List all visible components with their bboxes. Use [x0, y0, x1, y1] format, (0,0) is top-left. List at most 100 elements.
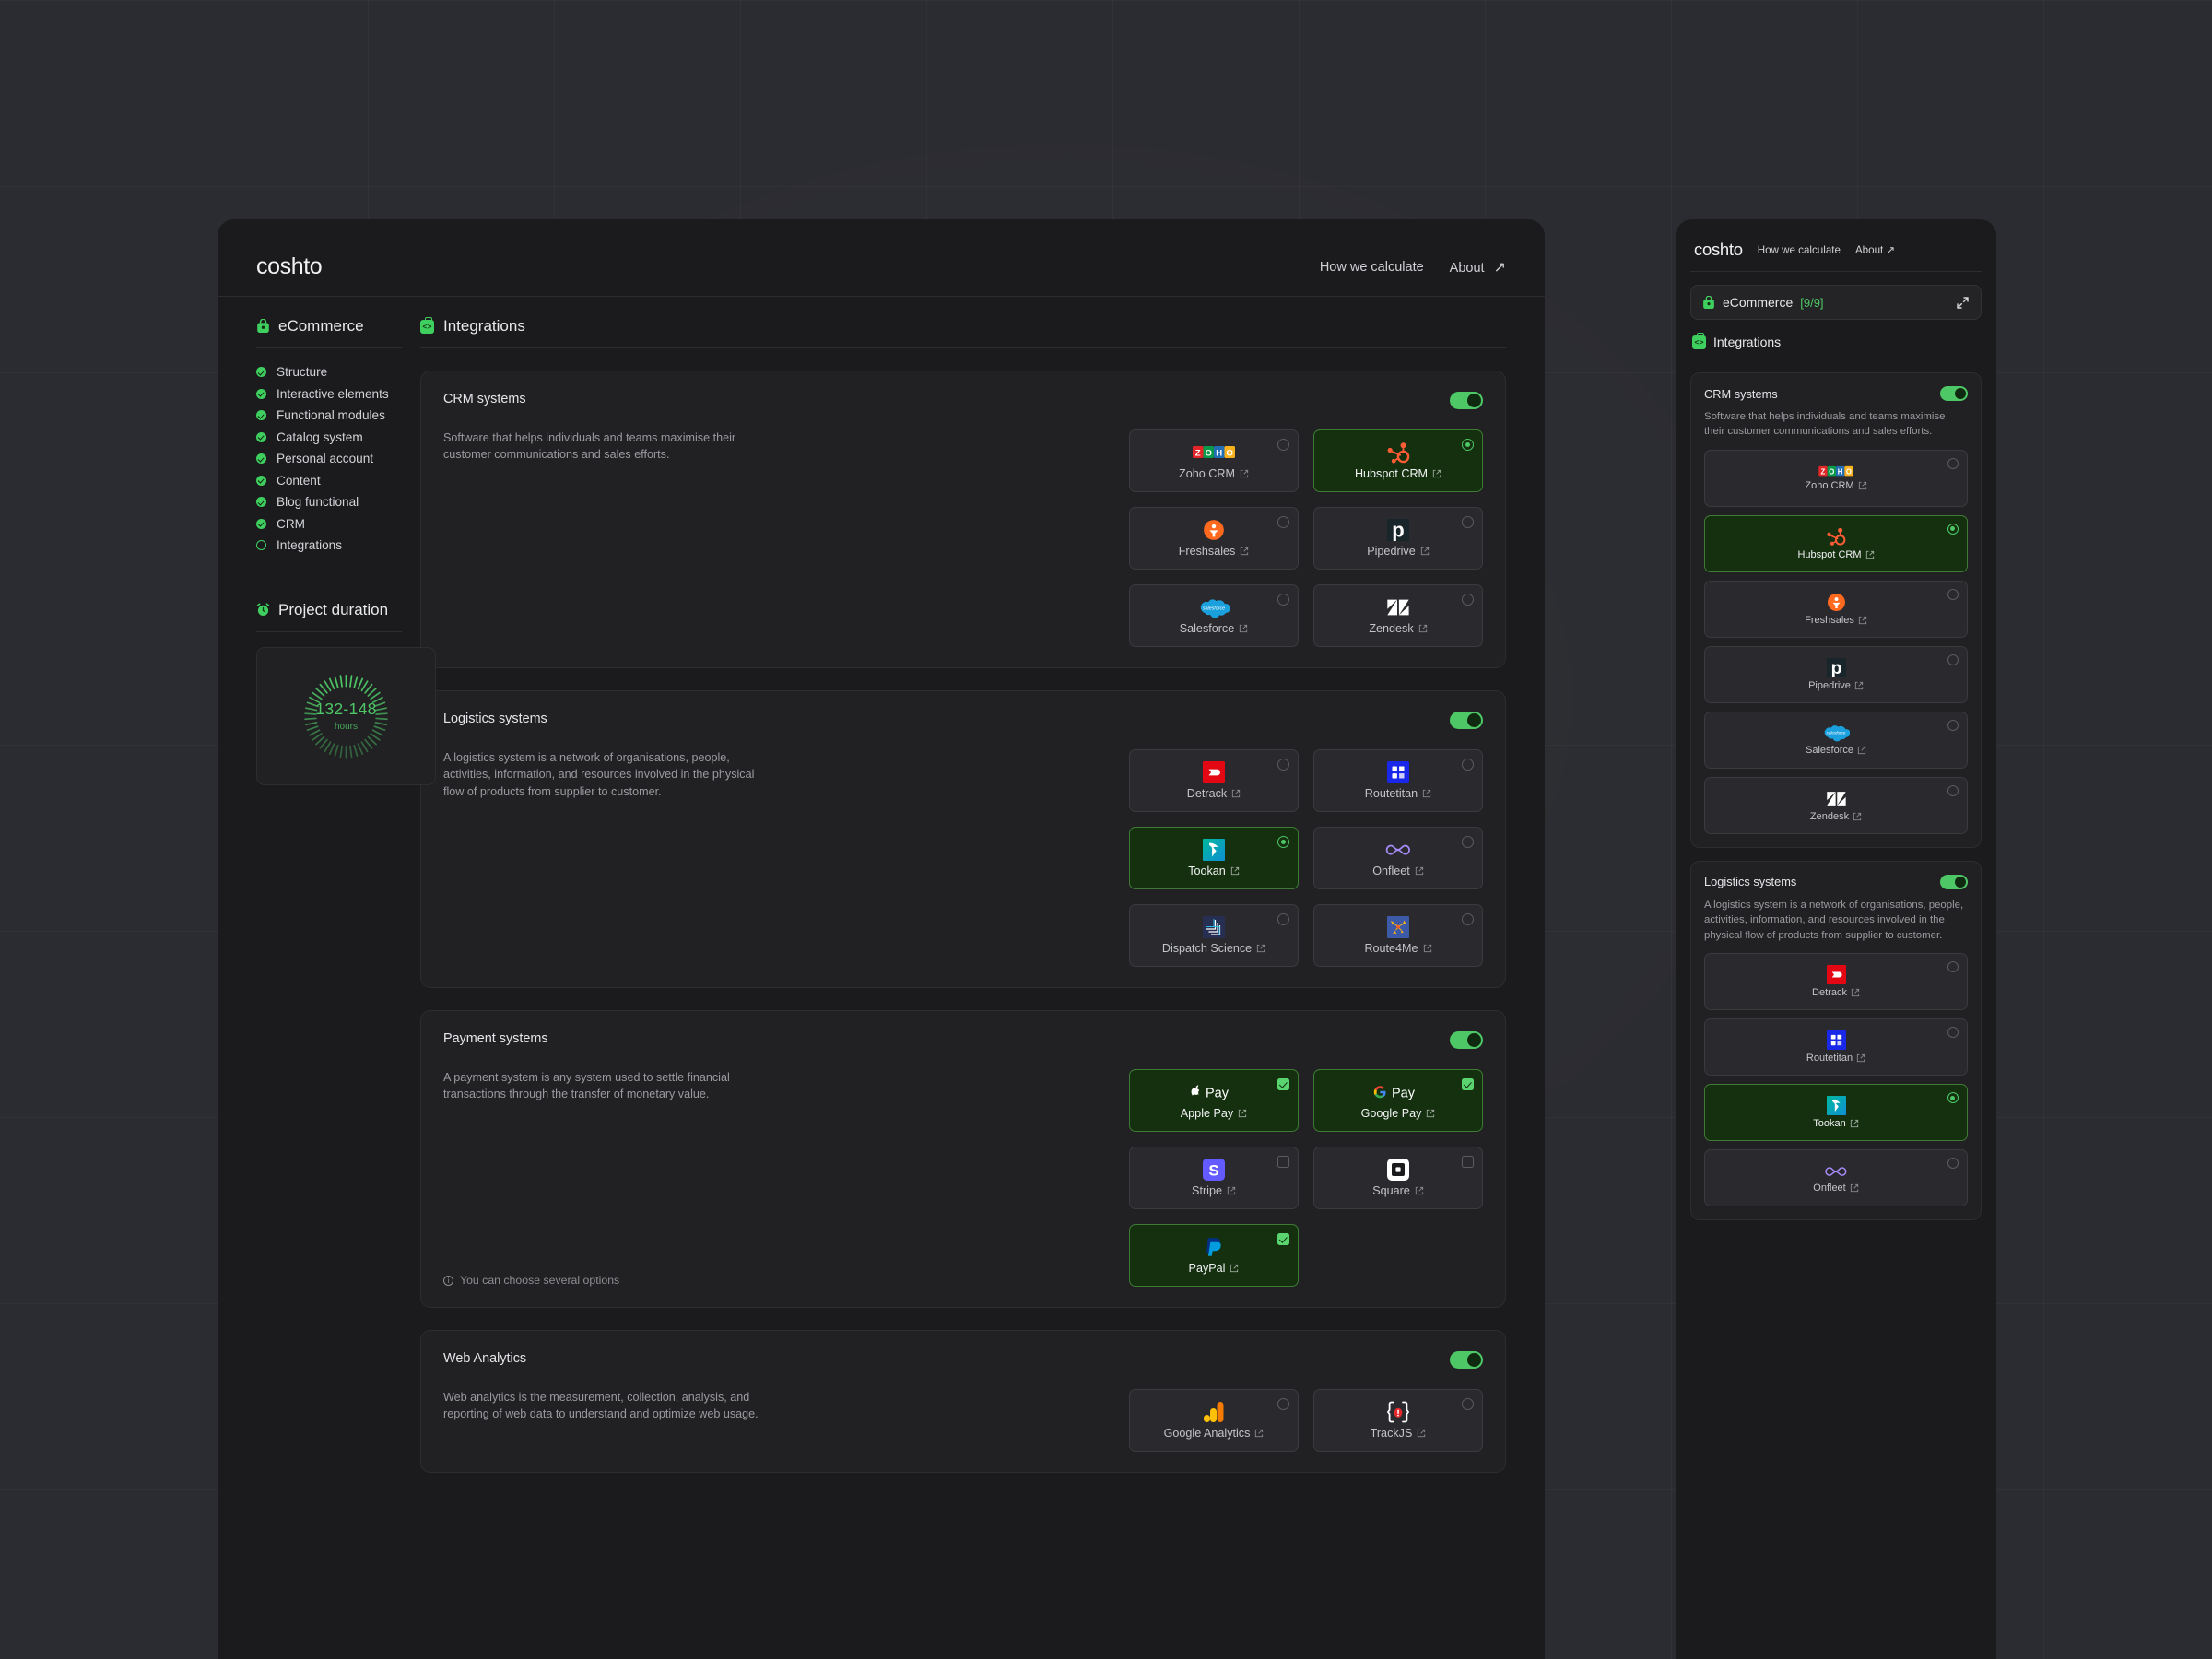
sidebar-item-crm[interactable]: CRM: [256, 513, 402, 535]
arrow-up-right-icon: ↗: [1493, 259, 1506, 276]
option-tile-hubspot-crm[interactable]: Hubspot CRM: [1313, 429, 1483, 492]
option-tile-google-pay[interactable]: Pay Google Pay: [1313, 1069, 1483, 1132]
sidebar-item-personal-account[interactable]: Personal account: [256, 448, 402, 470]
radio-selected-icon[interactable]: [1947, 523, 1959, 535]
option-tile-routetitan[interactable]: Routetitan: [1313, 749, 1483, 812]
section-toggle[interactable]: [1450, 712, 1483, 729]
section-web-analytics: Web Analytics Web analytics is the measu…: [420, 1330, 1506, 1473]
option-tile-apple-pay[interactable]: Pay Apple Pay: [1129, 1069, 1299, 1132]
checkbox-checked-icon[interactable]: [1277, 1233, 1289, 1245]
radio-selected-icon[interactable]: [1462, 439, 1474, 451]
radio-icon[interactable]: [1277, 594, 1289, 606]
option-tile-zoho-crm[interactable]: Z O H O Zoho CRM: [1129, 429, 1299, 492]
radio-icon[interactable]: [1462, 594, 1474, 606]
bag-icon: [256, 319, 270, 334]
mobile-card-toggle[interactable]: [1940, 386, 1968, 401]
radio-icon[interactable]: [1277, 439, 1289, 451]
option-tile-tookan[interactable]: Tookan: [1129, 827, 1299, 889]
section-description: Web analytics is the measurement, collec…: [443, 1391, 759, 1421]
radio-icon[interactable]: [1947, 784, 1959, 796]
nav-about[interactable]: About ↗: [1450, 258, 1506, 276]
option-tile-pipedrive[interactable]: p Pipedrive: [1313, 507, 1483, 570]
mobile-option-zoho-crm[interactable]: Z O H O Zoho CRM: [1704, 449, 1968, 507]
mobile-card-toggle[interactable]: [1940, 874, 1968, 889]
mobile-option-routetitan[interactable]: Routetitan: [1704, 1018, 1968, 1077]
section-toggle[interactable]: [1450, 1031, 1483, 1049]
checkbox-icon[interactable]: [1277, 1156, 1289, 1168]
radio-icon[interactable]: [1462, 759, 1474, 771]
mobile-nav-how-we-calculate[interactable]: How we calculate: [1758, 244, 1841, 256]
sidebar-item-functional-modules[interactable]: Functional modules: [256, 405, 402, 427]
option-tile-square[interactable]: Square: [1313, 1147, 1483, 1209]
radio-icon[interactable]: [1462, 516, 1474, 528]
sidebar-item-integrations[interactable]: Integrations: [256, 535, 402, 557]
mobile-option-hubspot-crm[interactable]: Hubspot CRM: [1704, 514, 1968, 572]
mobile-chip-count: [9/9]: [1800, 295, 1824, 310]
salesforce-logo: salesforce: [1198, 596, 1230, 618]
section-toggle[interactable]: [1450, 1351, 1483, 1369]
mobile-option-freshsales[interactable]: Freshsales: [1704, 580, 1968, 638]
option-tile-trackjs[interactable]: TrackJS: [1313, 1389, 1483, 1452]
svg-text:Z: Z: [1821, 467, 1826, 476]
mobile-section-label: Integrations: [1713, 335, 1782, 349]
section-title: Web Analytics: [443, 1351, 527, 1366]
external-link-icon: [1257, 944, 1265, 953]
expand-icon[interactable]: [1956, 296, 1970, 310]
trackjs-logo: [1386, 1401, 1410, 1423]
radio-icon[interactable]: [1277, 759, 1289, 771]
mobile-option-pipedrive[interactable]: p Pipedrive: [1704, 645, 1968, 703]
radio-selected-icon[interactable]: [1277, 836, 1289, 848]
option-tile-freshsales[interactable]: Freshsales: [1129, 507, 1299, 570]
sidebar-item-structure[interactable]: Structure: [256, 361, 402, 383]
sidebar-item-blog-functional[interactable]: Blog functional: [256, 491, 402, 513]
nav-how-we-calculate[interactable]: How we calculate: [1320, 260, 1424, 275]
external-link-icon: [1230, 1264, 1239, 1273]
radio-icon[interactable]: [1947, 1158, 1959, 1170]
hint-label: You can choose several options: [460, 1274, 620, 1287]
check-circle-icon: [256, 518, 266, 529]
radio-icon[interactable]: [1947, 588, 1959, 600]
mobile-ecommerce-chip[interactable]: eCommerce [9/9]: [1690, 285, 1982, 320]
radio-icon[interactable]: [1947, 1027, 1959, 1039]
section-toggle[interactable]: [1450, 392, 1483, 409]
option-tile-onfleet[interactable]: Onfleet: [1313, 827, 1483, 889]
option-tile-detrack[interactable]: Detrack: [1129, 749, 1299, 812]
radio-icon[interactable]: [1462, 836, 1474, 848]
page-title-label: Integrations: [443, 317, 525, 335]
svg-text:H: H: [1216, 448, 1222, 458]
option-tile-zendesk[interactable]: Zendesk: [1313, 584, 1483, 647]
mobile-option-salesforce[interactable]: salesforce Salesforce: [1704, 711, 1968, 769]
option-tile-salesforce[interactable]: salesforce Salesforce: [1129, 584, 1299, 647]
svg-text:Pay: Pay: [1206, 1086, 1230, 1100]
sidebar-item-interactive-elements[interactable]: Interactive elements: [256, 383, 402, 406]
checkbox-icon[interactable]: [1462, 1156, 1474, 1168]
checkbox-checked-icon[interactable]: [1277, 1078, 1289, 1090]
mobile-option-detrack[interactable]: Detrack: [1704, 953, 1968, 1011]
mobile-option-tookan[interactable]: Tookan: [1704, 1084, 1968, 1142]
option-tile-stripe[interactable]: S Stripe: [1129, 1147, 1299, 1209]
external-link-icon: [1858, 616, 1867, 624]
radio-icon[interactable]: [1947, 653, 1959, 665]
mobile-option-zendesk[interactable]: Zendesk: [1704, 776, 1968, 834]
checkbox-checked-icon[interactable]: [1462, 1078, 1474, 1090]
mobile-option-label: Detrack: [1812, 987, 1860, 998]
radio-icon[interactable]: [1277, 516, 1289, 528]
radio-icon[interactable]: [1462, 1398, 1474, 1410]
radio-icon[interactable]: [1947, 961, 1959, 973]
option-tile-route4me[interactable]: Route4Me: [1313, 904, 1483, 967]
option-tile-paypal[interactable]: PayPal: [1129, 1224, 1299, 1287]
radio-icon[interactable]: [1277, 1398, 1289, 1410]
zoho-logo: Z O H O: [1193, 441, 1235, 464]
radio-selected-icon[interactable]: [1947, 1092, 1959, 1104]
radio-icon[interactable]: [1947, 719, 1959, 731]
sidebar-item-catalog-system[interactable]: Catalog system: [256, 427, 402, 449]
mobile-option-onfleet[interactable]: Onfleet: [1704, 1149, 1968, 1207]
radio-icon[interactable]: [1277, 913, 1289, 925]
radio-icon[interactable]: [1462, 913, 1474, 925]
stripe-logo: S: [1203, 1159, 1225, 1181]
option-tile-google-analytics[interactable]: Google Analytics: [1129, 1389, 1299, 1452]
option-tile-dispatch-science[interactable]: Dispatch Science: [1129, 904, 1299, 967]
sidebar-item-content[interactable]: Content: [256, 470, 402, 492]
radio-icon[interactable]: [1947, 457, 1959, 469]
mobile-nav-about[interactable]: About ↗: [1855, 243, 1895, 256]
